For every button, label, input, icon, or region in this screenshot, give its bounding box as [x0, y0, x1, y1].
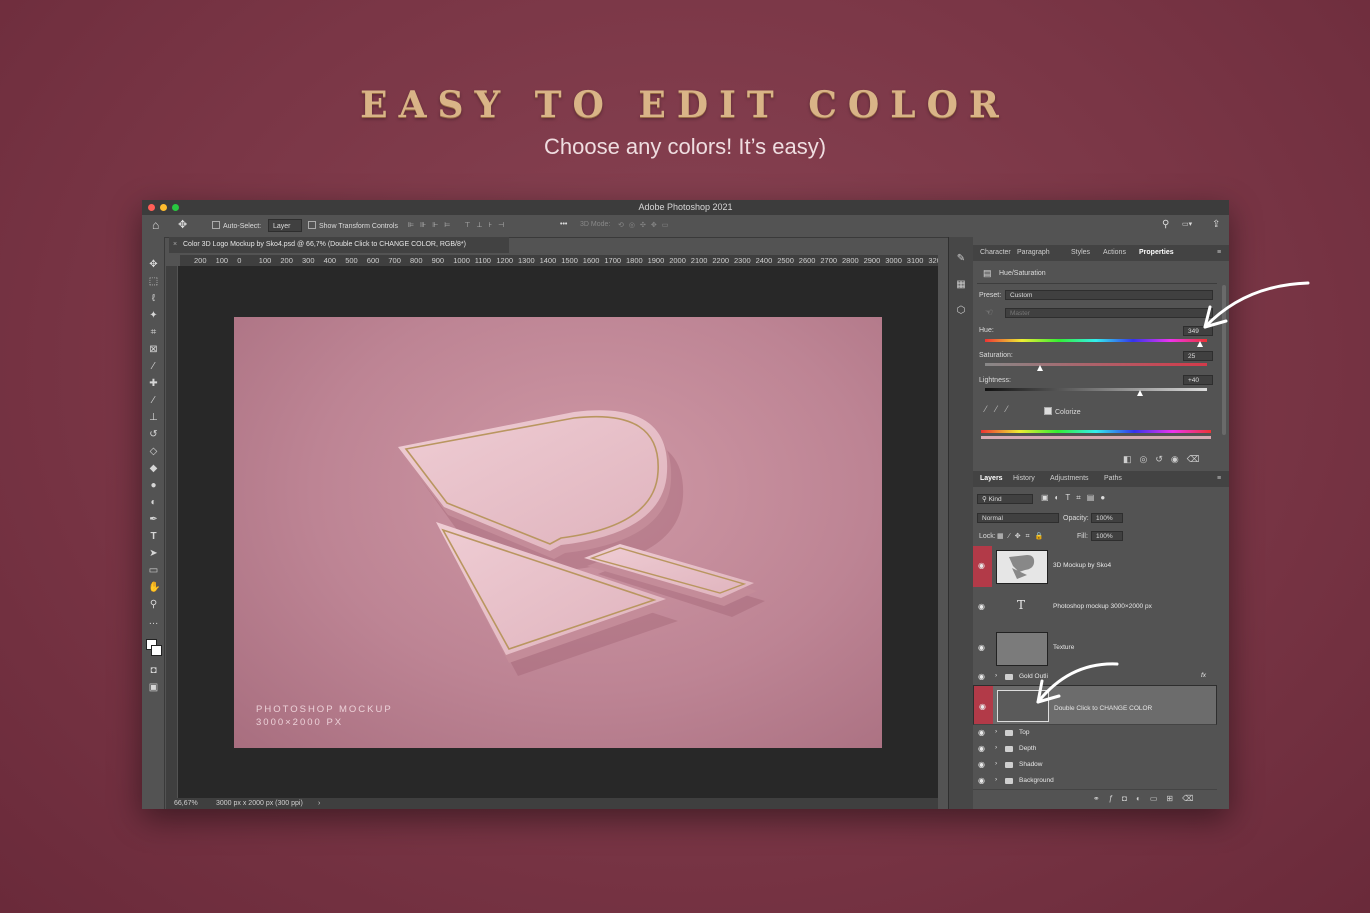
arrow-to-layer-icon: [1036, 662, 1119, 704]
arrow-to-hue-icon: [1203, 281, 1310, 329]
callout-arrows: [1036, 281, 1310, 704]
